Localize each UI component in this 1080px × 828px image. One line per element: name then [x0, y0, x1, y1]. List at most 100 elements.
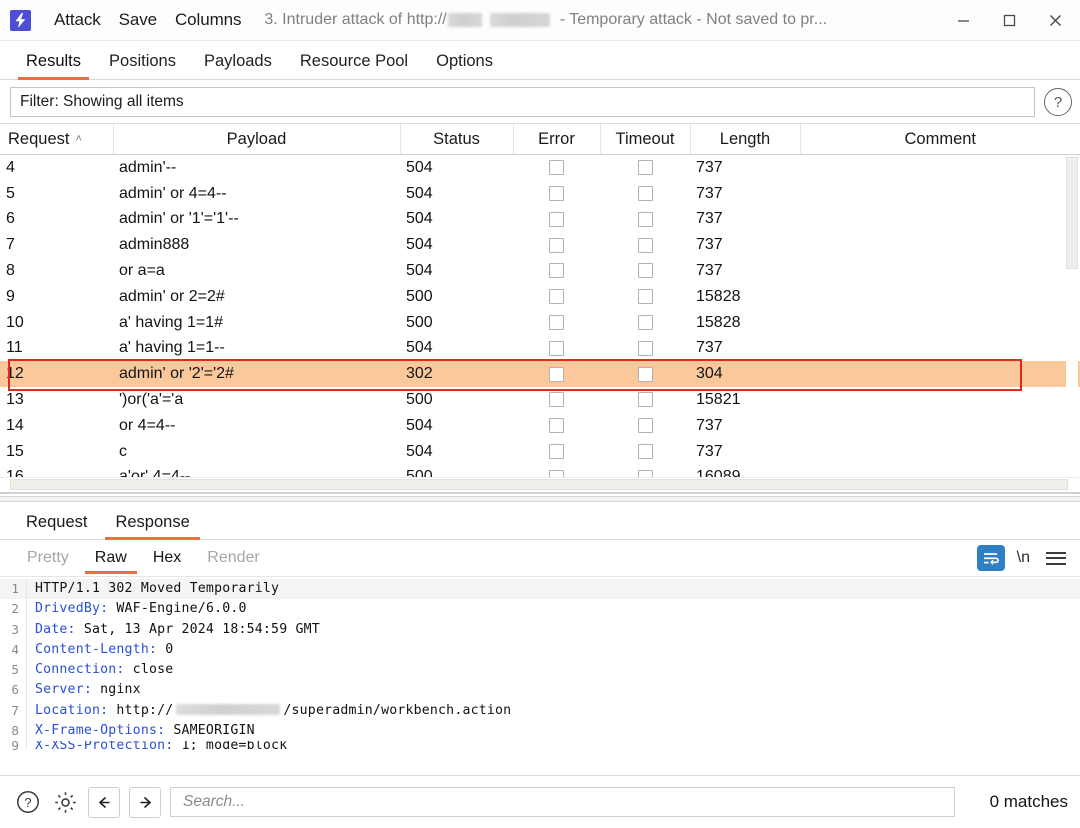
table-row[interactable]: 11 a' having 1=1-- 504 737 [0, 336, 1080, 362]
checkbox-icon[interactable] [549, 160, 564, 176]
column-header-length[interactable]: Length [690, 124, 801, 155]
arrow-left-icon[interactable] [88, 786, 120, 818]
tab-results[interactable]: Results [12, 52, 95, 80]
cell-timeout[interactable] [600, 413, 690, 439]
cell-error[interactable] [513, 207, 600, 233]
checkbox-icon[interactable] [549, 443, 564, 459]
question-mark-icon[interactable]: ? [1044, 88, 1072, 116]
close-icon[interactable] [1032, 0, 1078, 40]
checkbox-icon[interactable] [549, 211, 564, 227]
menu-columns[interactable]: Columns [166, 8, 250, 32]
checkbox-icon[interactable] [637, 185, 653, 201]
table-row[interactable]: 8 or a=a 504 737 [0, 258, 1080, 284]
checkbox-icon[interactable] [549, 314, 564, 330]
results-horizontal-scrollbar[interactable] [0, 477, 1080, 496]
cell-error[interactable] [513, 387, 600, 413]
cell-error[interactable] [513, 258, 600, 284]
column-header-request[interactable]: Request ˄ [0, 124, 114, 155]
column-header-comment[interactable]: Comment [800, 124, 1080, 155]
checkbox-icon[interactable] [549, 289, 564, 305]
cell-timeout[interactable] [600, 439, 690, 465]
checkbox-icon[interactable] [549, 366, 564, 382]
table-row[interactable]: 15 c 504 737 [0, 439, 1080, 465]
cell-timeout[interactable] [600, 155, 690, 181]
checkbox-icon[interactable] [637, 392, 653, 408]
results-vertical-scrollbar-thumb[interactable] [1066, 157, 1078, 269]
view-tab-raw[interactable]: Raw [82, 549, 140, 574]
word-wrap-icon[interactable] [976, 545, 1005, 571]
cell-timeout[interactable] [600, 310, 690, 336]
checkbox-icon[interactable] [549, 263, 564, 279]
cell-error[interactable] [513, 439, 600, 465]
checkbox-icon[interactable] [637, 263, 653, 279]
tab-payloads[interactable]: Payloads [190, 52, 286, 79]
tab-response[interactable]: Response [101, 513, 203, 540]
table-row[interactable]: 14 or 4=4-- 504 737 [0, 413, 1080, 439]
view-tab-pretty[interactable]: Pretty [14, 549, 82, 573]
maximize-icon[interactable] [986, 0, 1032, 40]
checkbox-icon[interactable] [549, 418, 564, 434]
tab-resource-pool[interactable]: Resource Pool [286, 52, 422, 79]
cell-timeout[interactable] [600, 387, 690, 413]
checkbox-icon[interactable] [637, 366, 653, 382]
view-tab-hex[interactable]: Hex [140, 549, 194, 573]
checkbox-icon[interactable] [637, 418, 653, 434]
cell-error[interactable] [513, 181, 600, 207]
checkbox-icon[interactable] [637, 443, 653, 459]
checkbox-icon[interactable] [549, 237, 564, 253]
question-mark-icon[interactable]: ? [14, 788, 42, 816]
cell-error[interactable] [513, 310, 600, 336]
results-horizontal-scrollbar-thumb[interactable] [10, 479, 1068, 490]
response-raw-viewer[interactable]: 1 HTTP/1.1 302 Moved Temporarily 2 DrivedBy… [0, 577, 1080, 775]
checkbox-icon[interactable] [637, 160, 653, 176]
cell-error[interactable] [513, 336, 600, 362]
newline-indicator[interactable]: \n [1017, 549, 1030, 567]
view-tab-render[interactable]: Render [194, 549, 272, 573]
checkbox-icon[interactable] [549, 185, 564, 201]
column-header-error[interactable]: Error [513, 124, 601, 155]
table-row[interactable]: 10 a' having 1=1# 500 15828 [0, 310, 1080, 336]
checkbox-icon[interactable] [549, 340, 564, 356]
cell-timeout[interactable] [600, 181, 690, 207]
cell-error[interactable] [513, 413, 600, 439]
table-row[interactable]: 13 ')or('a'='a 500 15821 [0, 387, 1080, 413]
gear-icon[interactable] [51, 788, 79, 816]
tab-options[interactable]: Options [422, 52, 507, 79]
minimize-icon[interactable] [940, 0, 986, 40]
cell-timeout[interactable] [600, 207, 690, 233]
table-row[interactable]: 9 admin' or 2=2# 500 15828 [0, 284, 1080, 310]
column-header-timeout[interactable]: Timeout [600, 124, 691, 155]
cell-timeout[interactable] [600, 284, 690, 310]
table-row[interactable]: 12 admin' or '2'='2# 302 304 [0, 361, 1080, 388]
table-row[interactable]: 7 admin888 504 737 [0, 232, 1080, 258]
cell-error[interactable] [513, 361, 600, 388]
table-row[interactable]: 5 admin' or 4=4-- 504 737 [0, 181, 1080, 207]
table-row[interactable]: 4 admin'-- 504 737 [0, 155, 1080, 181]
menu-save[interactable]: Save [110, 8, 166, 32]
cell-timeout[interactable] [600, 361, 690, 388]
cell-error[interactable] [513, 284, 600, 310]
hamburger-menu-icon[interactable] [1046, 551, 1066, 565]
cell-timeout[interactable] [600, 258, 690, 284]
arrow-right-icon[interactable] [129, 786, 161, 818]
tab-positions[interactable]: Positions [95, 52, 190, 79]
cell-error[interactable] [513, 155, 600, 181]
checkbox-icon[interactable] [549, 392, 564, 408]
cell-error[interactable] [513, 232, 600, 258]
tab-request[interactable]: Request [12, 513, 101, 539]
search-box[interactable] [170, 787, 955, 817]
column-header-payload[interactable]: Payload [113, 124, 401, 155]
cell-timeout[interactable] [600, 232, 690, 258]
checkbox-icon[interactable] [637, 289, 653, 305]
checkbox-icon[interactable] [637, 340, 653, 356]
menu-attack[interactable]: Attack [45, 8, 110, 32]
checkbox-icon[interactable] [637, 237, 653, 253]
results-vertical-scrollbar[interactable] [1066, 155, 1078, 478]
checkbox-icon[interactable] [637, 211, 653, 227]
table-row[interactable]: 6 admin' or '1'='1'-- 504 737 [0, 207, 1080, 233]
search-input[interactable] [181, 792, 944, 812]
cell-timeout[interactable] [600, 336, 690, 362]
filter-bar[interactable]: Filter: Showing all items [10, 87, 1035, 117]
checkbox-icon[interactable] [637, 314, 653, 330]
column-header-status[interactable]: Status [400, 124, 514, 155]
